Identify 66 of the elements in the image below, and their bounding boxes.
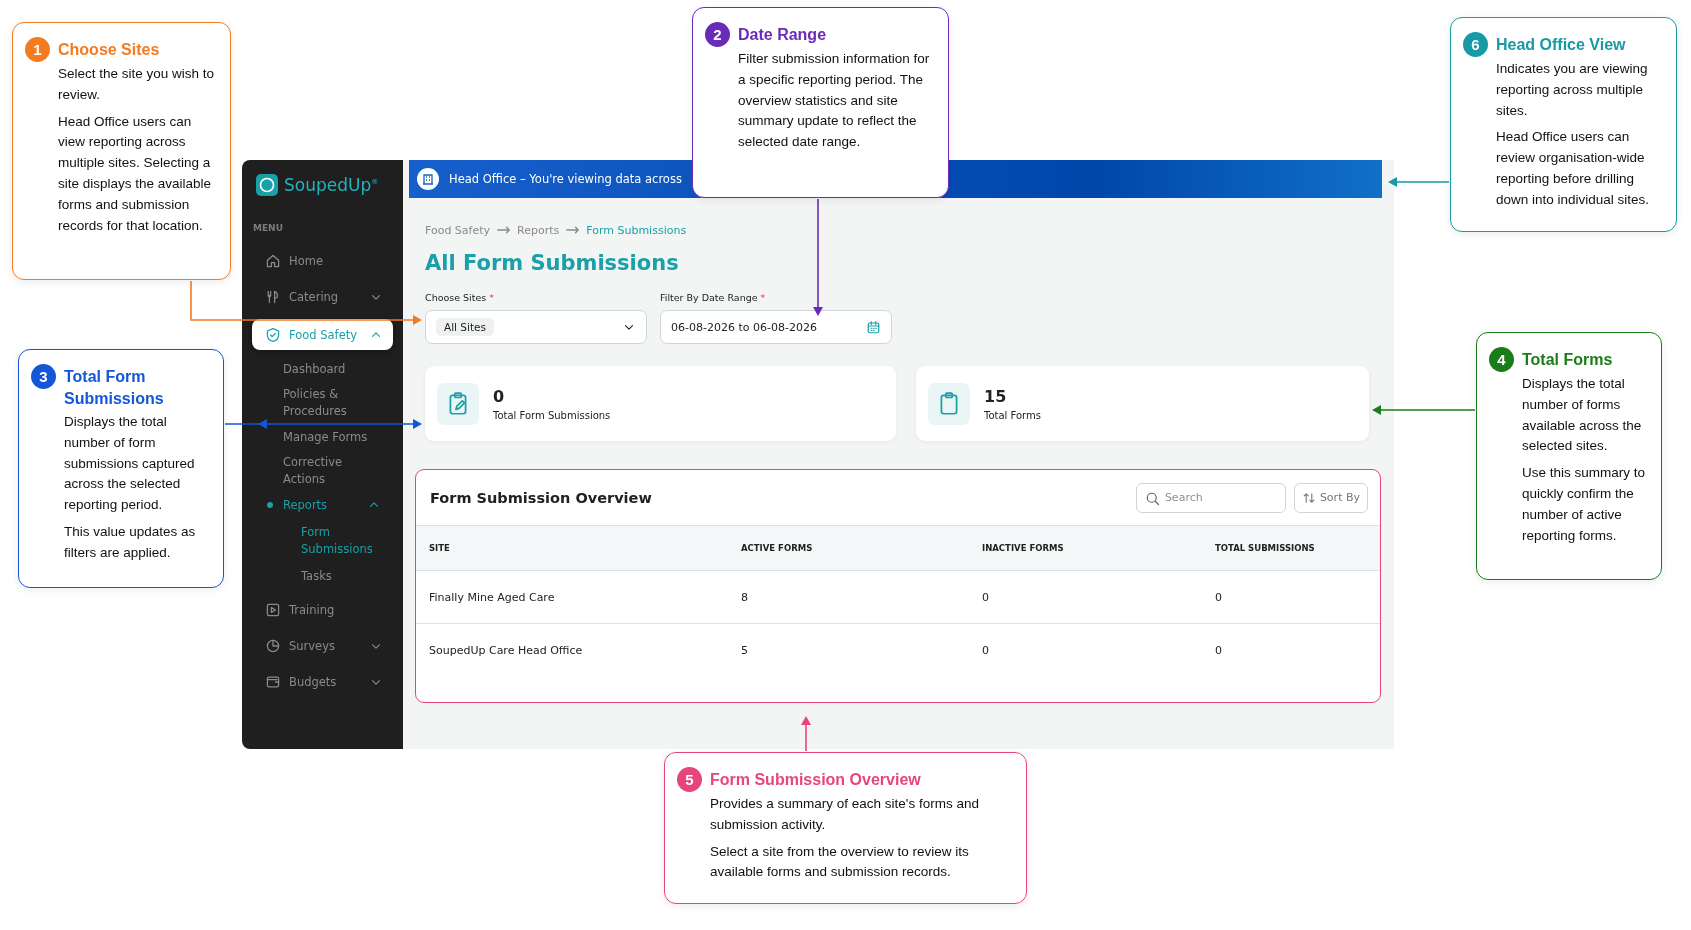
callout-text: Displays the total number of form submissions captured across the selected reporting period. (64, 413, 196, 515)
callout-text: Use this summary to quickly confirm the number of active reporting forms. (1522, 464, 1647, 545)
table-cell-text: 5 (741, 643, 749, 657)
callout-title: Total Form Submissions (64, 367, 165, 409)
field-label: Filter By Date Range * (660, 292, 767, 304)
sidebar-subitem[interactable]: Tasks (242, 560, 403, 592)
step-number: 2 (705, 22, 730, 47)
table-cell-text: SoupedUp Care Head Office (429, 643, 584, 657)
step-number: 5 (677, 767, 702, 792)
sidebar-subitem[interactable]: Form Submissions (242, 522, 403, 560)
table-cell-text: 0 (982, 590, 990, 604)
site-select[interactable]: All Sites (425, 310, 647, 344)
sidebar-item[interactable]: Catering (252, 279, 393, 315)
sidebar-item[interactable]: Training (252, 592, 393, 628)
callout-text: Indicates you are viewing reporting across multiple sites. (1496, 60, 1649, 120)
callout-text: Head Office users can review organisation-wide reporting before drilling down into individual sites. (1496, 128, 1651, 209)
step-number: 6 (1463, 32, 1488, 57)
logo-text: SoupedUp$^{®}$ (284, 175, 379, 195)
table-cell-text: 0 (1215, 643, 1223, 657)
stat-value: 0 (493, 386, 506, 406)
step-number: 1 (25, 37, 50, 62)
callout-text: This value updates as filters are applied. (64, 523, 197, 562)
callout-text: Select a site from the overview to review its available forms and submission records. (710, 842, 970, 882)
callout-text: Head Office users can view reporting across multiple sites. Selecting a site displays the available forms and submission records for that location. (58, 112, 213, 235)
column-header: INACTIVE FORMS (982, 543, 1065, 553)
breadcrumb-link[interactable]: Reports (517, 223, 560, 237)
callout-text: Select the site you wish to review. (58, 65, 216, 104)
field-label: Choose Sites * (425, 292, 496, 304)
callout-title: Head Office View (1496, 35, 1626, 55)
callout-title: Date Range (738, 25, 827, 45)
callout-text: Provides a summary of each site's forms and submission activity. (710, 795, 980, 834)
sidebar-item[interactable]: Surveys (252, 628, 393, 664)
sidebar-item[interactable]: Budgets (252, 664, 393, 700)
sidebar-subitem[interactable]: Manage Forms (242, 420, 403, 454)
callout-text: Filter submission information for a specific reporting period. The overview statistics and site summary update to reflect the selected date range. (738, 50, 931, 152)
table-cell-text: 0 (982, 643, 990, 657)
callout-title: Choose Sites (58, 40, 160, 60)
column-header: SITE (429, 543, 451, 553)
sidebar-subitem[interactable]: Policies & Procedures (242, 386, 403, 420)
sort-button[interactable]: Sort By (1293, 482, 1368, 513)
banner-text: Head Office – You're viewing data across (449, 172, 682, 186)
sidebar-subitem[interactable]: Reports (242, 488, 403, 522)
column-header: ACTIVE FORMS (741, 543, 814, 553)
breadcrumb-link[interactable]: Food Safety (425, 223, 491, 237)
step-number: 3 (31, 364, 56, 389)
table-cell-text: 0 (1215, 590, 1223, 604)
breadcrumb-link[interactable]: Form Submissions (586, 223, 687, 237)
step-number: 4 (1489, 347, 1514, 372)
search-field[interactable]: Search (1135, 482, 1286, 513)
table-cell-text: Finally Mine Aged Care (429, 590, 556, 604)
date-range-field[interactable]: 06-08-2026 to 06-08-2026 (660, 310, 892, 344)
sidebar-subitem[interactable]: Corrective Actions (242, 454, 403, 488)
callout-title: Form Submission Overview (710, 770, 921, 790)
stat-value: 15 (984, 386, 1008, 406)
callout-title: Total Forms (1522, 350, 1613, 370)
column-header: TOTAL SUBMISSIONS (1215, 543, 1316, 553)
menu-label: MENU (253, 223, 284, 233)
table-cell-text: 8 (741, 590, 749, 604)
sidebar-item[interactable]: Home (252, 243, 393, 279)
sidebar-item[interactable]: Food Safety (252, 319, 393, 350)
panel-title: Form Submission Overview (430, 489, 653, 506)
stat-label: Total Forms (984, 409, 1041, 421)
sidebar-subitem[interactable]: Dashboard (242, 352, 403, 386)
callout-text: Displays the total number of forms available across the selected sites. (1522, 375, 1643, 456)
stat-label: Total Form Submissions (493, 409, 611, 421)
page-title: All Form Submissions (425, 250, 679, 277)
